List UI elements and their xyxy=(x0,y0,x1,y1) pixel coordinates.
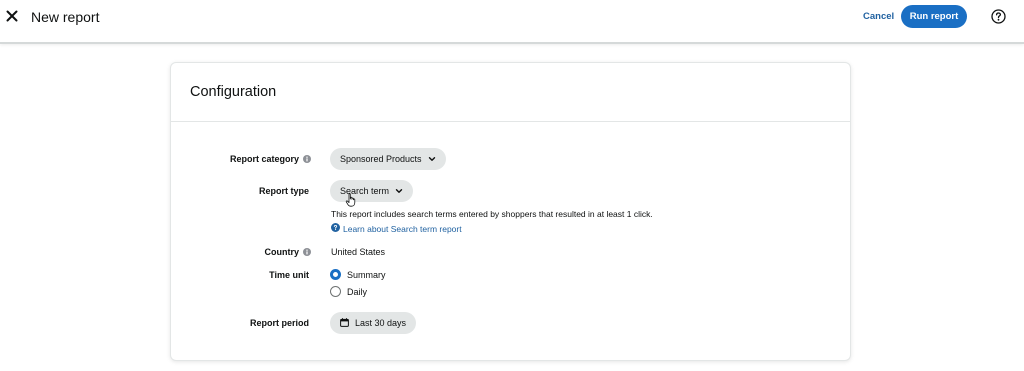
hand-cursor-icon xyxy=(345,193,357,207)
report-category-dropdown[interactable]: Sponsored Products xyxy=(330,148,446,170)
card-header: Configuration xyxy=(171,63,850,122)
info-icon[interactable] xyxy=(303,248,311,256)
report-type-label: Report type xyxy=(258,186,309,196)
help-icon[interactable] xyxy=(991,9,1006,24)
country-value: United States xyxy=(331,247,386,257)
run-report-button[interactable]: Run report xyxy=(901,5,967,28)
configuration-card: Configuration Report category Sponsored … xyxy=(170,62,851,361)
help-circle-icon xyxy=(331,223,340,234)
top-bar: New report Cancel Run report xyxy=(0,0,1024,44)
info-icon[interactable] xyxy=(303,155,311,163)
report-type-dropdown[interactable]: Search term xyxy=(330,180,414,202)
time-unit-summary-radio[interactable]: Summary xyxy=(330,269,386,280)
time-unit-label: Time unit xyxy=(269,270,309,280)
time-unit-daily-radio[interactable]: Daily xyxy=(330,286,367,297)
report-type-description: This report includes search terms entere… xyxy=(331,209,653,219)
chevron-down-icon xyxy=(395,187,403,195)
calendar-icon xyxy=(340,317,349,329)
radio-checked-icon xyxy=(330,269,341,280)
chevron-down-icon xyxy=(428,155,436,163)
report-period-label: Report period xyxy=(249,318,309,328)
country-label: Country xyxy=(171,246,311,258)
close-icon[interactable] xyxy=(4,8,20,24)
report-category-label: Report category xyxy=(171,153,311,165)
cancel-button[interactable]: Cancel xyxy=(863,11,894,22)
report-period-picker[interactable]: Last 30 days xyxy=(330,312,417,334)
page-title: New report xyxy=(31,9,100,25)
radio-unchecked-icon xyxy=(330,286,341,297)
card-title: Configuration xyxy=(190,84,277,100)
learn-more-link[interactable]: Learn about Search term report xyxy=(331,223,462,234)
